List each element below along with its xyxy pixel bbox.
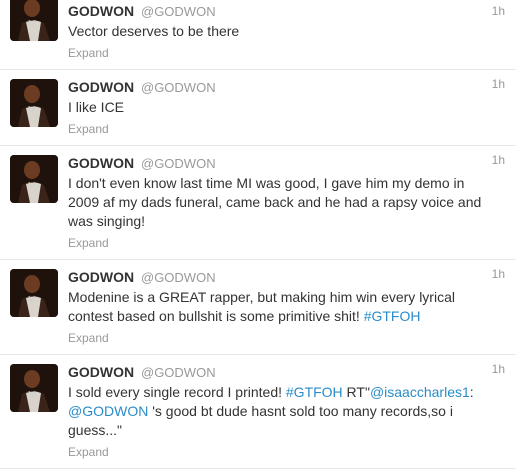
expand-link[interactable]: Expand: [68, 121, 506, 137]
tweet-text: I sold every single record I printed! #G…: [68, 383, 506, 440]
tweet-2[interactable]: GODWON @GODWON 1h I like ICE Expand: [0, 70, 516, 146]
tweet-text-part: I sold every single record I printed!: [68, 384, 286, 400]
tweet-timestamp[interactable]: 1h: [492, 77, 505, 91]
hashtag-link[interactable]: #GTFOH: [286, 384, 343, 400]
tweet-timestamp[interactable]: 1h: [492, 267, 505, 281]
avatar[interactable]: [10, 0, 58, 41]
tweet-timestamp[interactable]: 1h: [492, 153, 505, 167]
user-name[interactable]: GODWON: [68, 3, 134, 19]
mention-link[interactable]: @GODWON: [68, 403, 148, 419]
tweet-5[interactable]: GODWON @GODWON 1h I sold every single re…: [0, 355, 516, 469]
user-handle[interactable]: @GODWON: [141, 4, 216, 19]
tweet-text: Modenine is a GREAT rapper, but making h…: [68, 288, 506, 326]
tweet-text-part: RT": [342, 384, 370, 400]
user-name[interactable]: GODWON: [68, 79, 134, 95]
tweet-header: GODWON @GODWON: [68, 154, 506, 172]
user-handle[interactable]: @GODWON: [141, 365, 216, 380]
user-handle[interactable]: @GODWON: [141, 270, 216, 285]
avatar[interactable]: [10, 269, 58, 317]
tweet-header: GODWON @GODWON: [68, 2, 506, 20]
tweet-header: GODWON @GODWON: [68, 363, 506, 381]
tweet-4[interactable]: GODWON @GODWON 1h Modenine is a GREAT ra…: [0, 260, 516, 355]
tweet-text-part: I like ICE: [68, 99, 125, 115]
tweet-header: GODWON @GODWON: [68, 268, 506, 286]
expand-link[interactable]: Expand: [68, 330, 506, 346]
tweet-text: I don't even know last time MI was good,…: [68, 174, 506, 231]
expand-link[interactable]: Expand: [68, 45, 506, 61]
tweet-1[interactable]: GODWON @GODWON 1h Vector deserves to be …: [0, 0, 516, 70]
tweet-timestamp[interactable]: 1h: [492, 362, 505, 376]
user-handle[interactable]: @GODWON: [141, 80, 216, 95]
tweet-text-part: I don't even know last time MI was good,…: [68, 175, 482, 229]
expand-link[interactable]: Expand: [68, 235, 506, 251]
user-name[interactable]: GODWON: [68, 269, 134, 285]
user-name[interactable]: GODWON: [68, 155, 134, 171]
tweet-text: I like ICE: [68, 98, 506, 117]
mention-link[interactable]: @isaaccharles1: [370, 384, 470, 400]
tweet-text-part: Vector deserves to be there: [68, 23, 240, 39]
avatar[interactable]: [10, 79, 58, 127]
user-name[interactable]: GODWON: [68, 364, 134, 380]
user-handle[interactable]: @GODWON: [141, 156, 216, 171]
avatar[interactable]: [10, 155, 58, 203]
hashtag-link[interactable]: #GTFOH: [364, 308, 421, 324]
avatar[interactable]: [10, 364, 58, 412]
tweet-timestamp[interactable]: 1h: [492, 4, 505, 18]
tweet-timeline: GODWON @GODWON 1h Vector deserves to be …: [0, 0, 516, 469]
tweet-text-part: :: [469, 384, 474, 400]
expand-link[interactable]: Expand: [68, 444, 506, 460]
tweet-text: Vector deserves to be there: [68, 22, 506, 41]
tweet-3[interactable]: GODWON @GODWON 1h I don't even know last…: [0, 146, 516, 260]
tweet-header: GODWON @GODWON: [68, 78, 506, 96]
